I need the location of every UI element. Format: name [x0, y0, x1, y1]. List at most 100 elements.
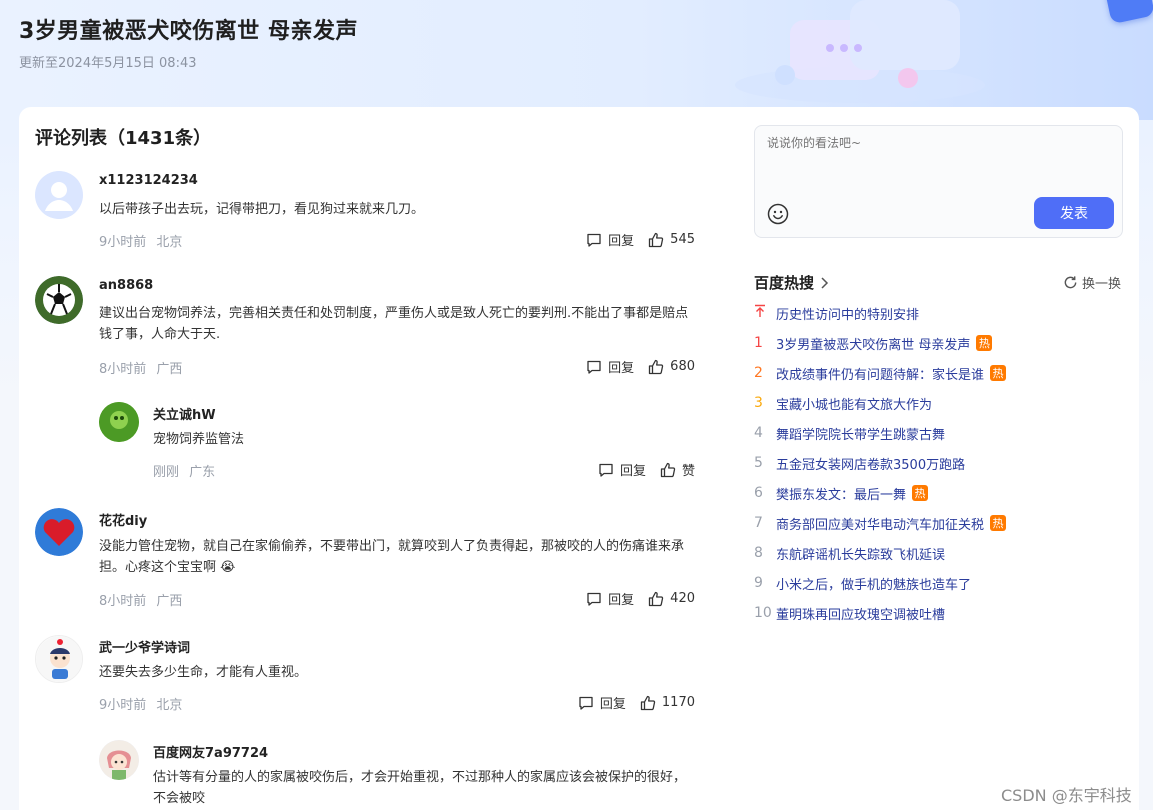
reply-text: 估计等有分量的人的家属被咬伤后，才会开始重视，不过那种人的家属应该会被保护的很好… — [153, 770, 687, 806]
hot-badge: 热 — [990, 515, 1007, 531]
comment-author[interactable]: 武一少爷学诗词 — [99, 637, 190, 656]
hot-rank: 6 — [754, 485, 763, 501]
avatar[interactable] — [35, 635, 83, 683]
hot-item[interactable]: 1 3岁男童被恶犬咬伤离世 母亲发声 热 — [754, 328, 1134, 358]
comment-actions: 回复 1170 — [564, 693, 695, 712]
reply-text: 宠物饲养监管法 — [153, 432, 245, 447]
reply-location: 广东 — [189, 465, 216, 480]
comment-meta: 9小时前 北京 — [99, 694, 188, 713]
like-button[interactable]: 545 — [648, 232, 695, 248]
hot-item[interactable]: 5 五金冠女装网店卷款3500万跑路 — [754, 448, 1134, 478]
reply-button[interactable]: 回复 — [598, 460, 646, 479]
avatar[interactable] — [99, 402, 139, 442]
comment-meta: 8小时前 广西 — [99, 590, 188, 609]
hot-rank: 8 — [754, 545, 763, 561]
hot-item-text: 历史性访问中的特别安排 — [776, 307, 920, 323]
reply-author[interactable]: 关立诚hW — [153, 404, 216, 423]
comment-time: 8小时前 — [99, 362, 147, 377]
comments-title: 评论列表（1431条） — [35, 128, 212, 149]
hot-search-label: 百度热搜 — [754, 274, 815, 292]
hot-item[interactable]: 历史性访问中的特别安排 — [754, 298, 1134, 328]
like-count: 680 — [670, 359, 695, 374]
hot-badge: 热 — [912, 485, 929, 501]
comment-text: 还要失去多少生命，才能有人重视。 — [99, 665, 308, 680]
comment-text: 以后带孩子出去玩，记得带把刀，看见狗过来就来几刀。 — [99, 202, 425, 217]
hot-item-text: 樊振东发文：最后一舞 — [776, 487, 907, 503]
hot-item[interactable]: 10 董明珠再回应玫瑰空调被吐槽 — [754, 598, 1134, 628]
reply-item: 关立诚hW 宠物饲养监管法 刚刚 广东 回复 赞 — [99, 402, 695, 482]
like-button[interactable]: 赞 — [660, 460, 695, 479]
like-count: 1170 — [661, 695, 695, 710]
reply-time: 刚刚 — [153, 465, 180, 480]
thumbs-up-icon — [660, 462, 676, 477]
hot-item[interactable]: 3 宝藏小城也能有文旅大作为 — [754, 388, 1134, 418]
hot-rank: 10 — [754, 605, 772, 621]
comment-item: 花花diy 没能力管住宠物，就自己在家偷偷养，不要带出门，就算咬到人了负责得起，… — [35, 508, 695, 609]
hot-badge: 热 — [990, 365, 1007, 381]
hot-item-text: 小米之后，做手机的魅族也造车了 — [776, 577, 972, 593]
refresh-icon — [1064, 276, 1077, 289]
hot-item[interactable]: 7 商务部回应美对华电动汽车加征关税 热 — [754, 508, 1134, 538]
reply-label: 回复 — [619, 464, 646, 479]
refresh-label: 换一换 — [1082, 277, 1122, 292]
comment-composer: 发表 — [754, 125, 1123, 238]
refresh-button[interactable]: 换一换 — [1063, 273, 1121, 292]
avatar[interactable] — [35, 508, 83, 556]
hot-item[interactable]: 4 舞蹈学院院长带学生跳蒙古舞 — [754, 418, 1134, 448]
reply-button[interactable]: 回复 — [586, 589, 634, 608]
hot-rank: 5 — [754, 455, 763, 471]
comment-icon — [579, 696, 593, 710]
hot-item[interactable]: 2 改成绩事件仍有问题待解：家长是谁 热 — [754, 358, 1134, 388]
page-title: 3岁男童被恶犬咬伤离世 母亲发声 — [19, 19, 358, 44]
comment-location: 广西 — [156, 362, 183, 377]
watermark: CSDN @东宇科技 — [1001, 786, 1132, 805]
like-button[interactable]: 1170 — [640, 695, 695, 711]
hot-item-text: 董明珠再回应玫瑰空调被吐槽 — [776, 607, 946, 623]
avatar[interactable] — [99, 740, 139, 780]
comment-actions: 回复 545 — [572, 230, 695, 249]
like-button[interactable]: 680 — [648, 359, 695, 375]
hot-item-text: 商务部回应美对华电动汽车加征关税 — [776, 517, 985, 533]
hot-item-text: 宝藏小城也能有文旅大作为 — [776, 397, 933, 413]
comment-time: 9小时前 — [99, 698, 147, 713]
reply-label: 回复 — [608, 593, 635, 608]
chat-bubbles-illustration — [735, 0, 985, 103]
reply-label: 回复 — [599, 697, 626, 712]
avatar[interactable] — [35, 171, 83, 219]
hot-rank: 2 — [754, 365, 763, 381]
comment-icon — [599, 463, 613, 477]
hot-item[interactable]: 6 樊振东发文：最后一舞 热 — [754, 478, 1134, 508]
publish-button[interactable]: 发表 — [1034, 197, 1114, 229]
thumbs-up-icon — [649, 359, 664, 374]
comment-input[interactable] — [767, 136, 1107, 150]
avatar[interactable] — [35, 276, 83, 324]
reply-button[interactable]: 回复 — [586, 230, 634, 249]
comment-icon — [587, 592, 601, 606]
reply-author[interactable]: 百度网友7a97724 — [153, 742, 268, 761]
reply-item: 百度网友7a97724 估计等有分量的人的家属被咬伤后，才会开始重视，不过那种人… — [99, 740, 695, 810]
hot-rank: 7 — [754, 515, 763, 531]
reply-actions: 回复 赞 — [584, 460, 695, 479]
like-label: 赞 — [681, 464, 695, 479]
hot-item-text: 东航辟谣机长失踪致飞机延误 — [776, 547, 946, 563]
hot-rank: 9 — [754, 575, 763, 591]
hot-item[interactable]: 8 东航辟谣机长失踪致飞机延误 — [754, 538, 1134, 568]
comment-text: 没能力管住宠物，就自己在家偷偷养，不要带出门，就算咬到人了负责得起，那被咬的人的… — [99, 539, 685, 575]
emoji-icon[interactable] — [767, 203, 789, 225]
hot-rank: 4 — [754, 425, 763, 441]
comment-item: x1123124234 以后带孩子出去玩，记得带把刀，看见狗过来就来几刀。 9小… — [35, 171, 695, 251]
comment-icon — [587, 360, 601, 374]
comment-location: 北京 — [156, 698, 183, 713]
hot-search-title[interactable]: 百度热搜 — [754, 272, 830, 293]
reply-button[interactable]: 回复 — [578, 693, 626, 712]
comment-time: 8小时前 — [99, 594, 147, 609]
like-button[interactable]: 420 — [648, 591, 695, 607]
comment-author[interactable]: x1123124234 — [99, 173, 198, 188]
comment-actions: 回复 420 — [572, 589, 695, 608]
comment-item: an8868 建议出台宠物饲养法，完善相关责任和处罚制度，严重伤人或是致人死亡的… — [35, 276, 695, 506]
comment-author[interactable]: an8868 — [99, 278, 153, 293]
hot-item[interactable]: 9 小米之后，做手机的魅族也造车了 — [754, 568, 1134, 598]
reply-label: 回复 — [608, 234, 635, 249]
comment-author[interactable]: 花花diy — [99, 510, 147, 529]
reply-button[interactable]: 回复 — [586, 357, 634, 376]
